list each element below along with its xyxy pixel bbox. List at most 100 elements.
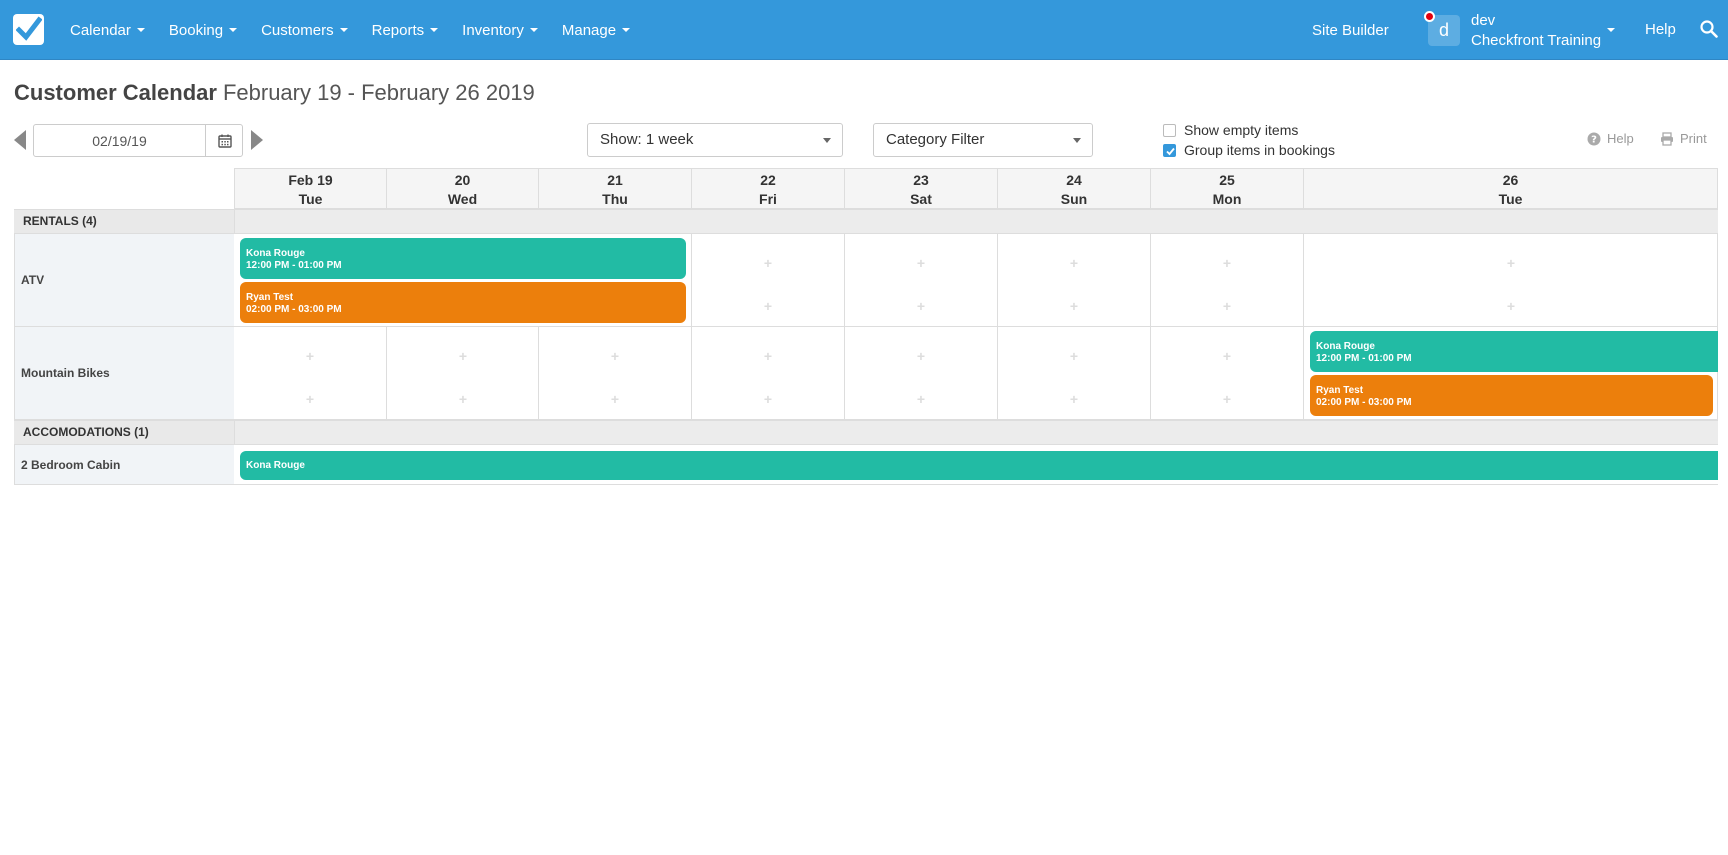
booking-block[interactable]: Kona Rouge 12:00 PM - 01:00 PM	[1310, 331, 1718, 372]
search-icon[interactable]	[1700, 20, 1718, 41]
add-booking-icon[interactable]: +	[915, 256, 927, 270]
booking-block[interactable]: Ryan Test 02:00 PM - 03:00 PM	[1310, 375, 1713, 416]
chevron-down-icon	[529, 28, 538, 32]
booking-block[interactable]: Kona Rouge 12:00 PM - 01:00 PM	[240, 238, 686, 279]
day-weekday: Mon	[1212, 191, 1242, 207]
help-link[interactable]: Help	[1645, 0, 1676, 60]
menu-reports[interactable]: Reports	[360, 0, 451, 60]
avatar[interactable]: d	[1424, 11, 1460, 46]
day-weekday: Fri	[759, 191, 777, 207]
add-booking-icon[interactable]: +	[915, 392, 927, 406]
booking-customer: Kona Rouge	[1316, 341, 1375, 352]
page-title: Customer Calendar February 19 - February …	[14, 80, 535, 106]
menu-booking[interactable]: Booking	[157, 0, 249, 60]
add-booking-icon[interactable]: +	[915, 299, 927, 313]
next-arrow-icon[interactable]	[251, 130, 263, 150]
category-filter-select[interactable]: Category Filter	[873, 123, 1093, 157]
day-weekday: Thu	[602, 191, 628, 207]
menu-calendar[interactable]: Calendar	[58, 0, 157, 60]
day-date: 20	[454, 172, 471, 188]
add-booking-icon[interactable]: +	[457, 392, 469, 406]
add-booking-icon[interactable]: +	[1221, 256, 1233, 270]
day-header: Feb 19 Tue	[234, 168, 387, 209]
help-button[interactable]: ? Help	[1587, 131, 1634, 146]
print-button[interactable]: Print	[1660, 131, 1707, 146]
show-empty-items-checkbox[interactable]	[1163, 123, 1176, 137]
chevron-down-icon	[1073, 138, 1081, 143]
chevron-down-icon	[622, 28, 631, 32]
day-date: 25	[1219, 172, 1235, 188]
chevron-down-icon	[229, 28, 238, 32]
show-empty-items-option[interactable]: Show empty items	[1163, 122, 1298, 138]
booking-block[interactable]: Kona Rouge	[240, 451, 1718, 480]
add-booking-icon[interactable]: +	[1068, 299, 1080, 313]
print-button-label: Print	[1680, 131, 1707, 146]
add-booking-icon[interactable]: +	[762, 299, 774, 313]
date-input[interactable]	[33, 124, 206, 157]
add-booking-icon[interactable]: +	[1221, 299, 1233, 313]
menu-customers-label: Customers	[261, 21, 334, 39]
add-booking-icon[interactable]: +	[762, 256, 774, 270]
add-booking-icon[interactable]: +	[1505, 256, 1517, 270]
menu-inventory[interactable]: Inventory	[450, 0, 550, 60]
add-booking-icon[interactable]: +	[609, 392, 621, 406]
group-items-checkbox[interactable]	[1163, 143, 1176, 157]
notification-dot-icon	[1424, 11, 1435, 22]
booking-time: 02:00 PM - 03:00 PM	[1316, 397, 1412, 408]
item-label-2-bedroom-cabin: 2 Bedroom Cabin	[14, 445, 235, 485]
booking-time: 12:00 PM - 01:00 PM	[1316, 353, 1412, 364]
day-header: 22 Fri	[692, 168, 845, 209]
page-title-text: Customer Calendar	[14, 80, 217, 105]
checkfront-logo-icon[interactable]	[13, 14, 44, 45]
add-booking-icon[interactable]: +	[304, 349, 316, 363]
add-booking-icon[interactable]: +	[1068, 349, 1080, 363]
menu-customers[interactable]: Customers	[249, 0, 360, 60]
add-booking-icon[interactable]: +	[1221, 392, 1233, 406]
calendar-icon	[218, 134, 232, 148]
day-date: Feb 19	[288, 172, 333, 188]
add-booking-icon[interactable]: +	[762, 349, 774, 363]
add-booking-icon[interactable]: +	[1505, 299, 1517, 313]
prev-arrow-icon[interactable]	[14, 130, 26, 150]
user-menu[interactable]: dev Checkfront Training	[1471, 11, 1601, 51]
add-booking-icon[interactable]: +	[1068, 392, 1080, 406]
category-label: ACCOMODATIONS (1)	[14, 421, 235, 444]
user-name: dev	[1471, 12, 1496, 29]
help-button-label: Help	[1607, 131, 1634, 146]
day-date: 22	[760, 172, 776, 188]
category-filter-value: Category Filter	[886, 131, 985, 148]
chevron-down-icon	[823, 138, 831, 143]
avatar-letter: d	[1438, 20, 1449, 40]
day-header: 23 Sat	[845, 168, 998, 209]
day-header: 20 Wed	[387, 168, 539, 209]
add-booking-icon[interactable]: +	[457, 349, 469, 363]
show-period-select[interactable]: Show: 1 week	[587, 123, 843, 157]
booking-time: 02:00 PM - 03:00 PM	[246, 304, 342, 315]
date-range: February 19 - February 26 2019	[222, 80, 535, 105]
category-row: ACCOMODATIONS (1)	[14, 420, 1718, 445]
menu-manage[interactable]: Manage	[550, 0, 642, 60]
day-header: 21 Thu	[539, 168, 692, 209]
add-booking-icon[interactable]: +	[915, 349, 927, 363]
show-empty-items-label: Show empty items	[1184, 122, 1299, 138]
day-weekday: Tue	[1498, 191, 1523, 207]
add-booking-icon[interactable]: +	[609, 349, 621, 363]
main-menu: Calendar Booking Customers Reports Inven…	[58, 0, 642, 60]
chevron-down-icon[interactable]	[1607, 28, 1615, 32]
add-booking-icon[interactable]: +	[762, 392, 774, 406]
add-booking-icon[interactable]: +	[1068, 256, 1080, 270]
add-booking-icon[interactable]: +	[304, 392, 316, 406]
chevron-down-icon	[136, 28, 145, 32]
group-items-option[interactable]: Group items in bookings	[1163, 142, 1335, 158]
menu-manage-label: Manage	[561, 21, 617, 39]
site-builder-link[interactable]: Site Builder	[1312, 0, 1389, 60]
show-period-value: Show: 1 week	[600, 131, 694, 148]
chevron-down-icon	[339, 28, 348, 32]
calendar-picker-button[interactable]	[205, 124, 243, 157]
account-name: Checkfront Training	[1471, 32, 1602, 49]
item-label-atv: ATV	[14, 234, 235, 327]
add-booking-icon[interactable]: +	[1221, 349, 1233, 363]
booking-customer: Kona Rouge	[246, 248, 305, 259]
booking-block[interactable]: Ryan Test 02:00 PM - 03:00 PM	[240, 282, 686, 323]
booking-customer: Kona Rouge	[246, 460, 305, 471]
